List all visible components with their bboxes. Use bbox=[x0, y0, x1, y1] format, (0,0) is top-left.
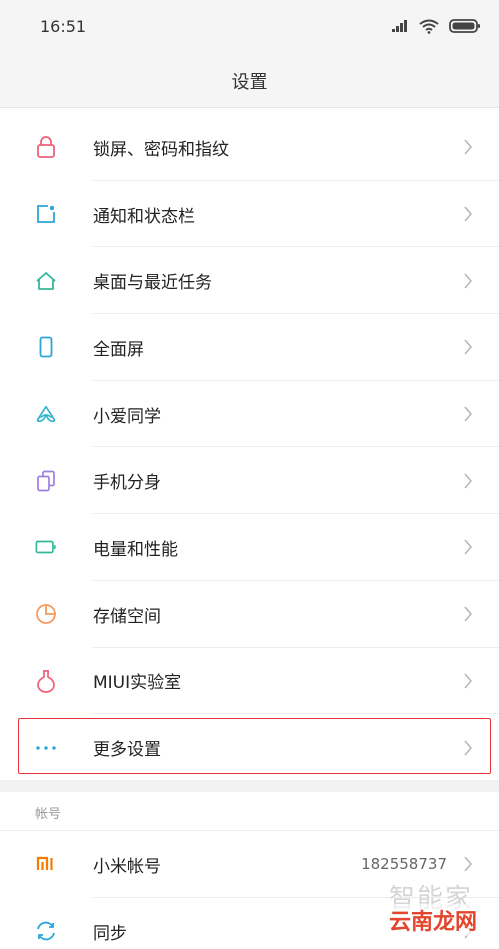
settings-item-lock-screen[interactable]: 锁屏、密码和指纹 bbox=[0, 114, 499, 181]
status-bar: 16:51 bbox=[0, 0, 499, 54]
settings-item-label: 同步 bbox=[93, 923, 127, 944]
signal-icon bbox=[392, 20, 407, 32]
settings-item-label: 通知和状态栏 bbox=[93, 206, 195, 227]
mi-logo-icon bbox=[35, 853, 57, 875]
chevron-right-icon bbox=[464, 740, 472, 756]
settings-item-label: 小米帐号 bbox=[93, 856, 161, 877]
settings-item-miui-lab[interactable]: MIUI实验室 bbox=[0, 648, 499, 715]
settings-item-label: 更多设置 bbox=[93, 740, 161, 761]
chevron-right-icon bbox=[464, 673, 472, 689]
chevron-right-icon bbox=[464, 539, 472, 555]
section-gap bbox=[0, 780, 499, 792]
battery-icon bbox=[35, 536, 57, 558]
settings-item-battery[interactable]: 电量和性能 bbox=[0, 514, 499, 581]
chevron-right-icon bbox=[464, 206, 472, 222]
settings-item-more-settings[interactable]: 更多设置 bbox=[0, 714, 499, 781]
phone-icon bbox=[35, 336, 57, 358]
watermark-text-bottom: 云南龙网 bbox=[388, 904, 477, 936]
chevron-right-icon bbox=[464, 406, 472, 422]
title-bar: 设置 bbox=[0, 54, 499, 108]
chevron-right-icon bbox=[464, 606, 472, 622]
settings-item-label: 桌面与最近任务 bbox=[93, 273, 212, 294]
page-title: 设置 bbox=[231, 72, 268, 93]
settings-item-second-space[interactable]: 手机分身 bbox=[0, 447, 499, 515]
settings-item-home-screen[interactable]: 桌面与最近任务 bbox=[0, 247, 499, 315]
settings-item-label: MIUI实验室 bbox=[93, 673, 182, 694]
status-time: 16:51 bbox=[40, 17, 87, 36]
section-header-label: 帐号 bbox=[35, 807, 62, 822]
flask-icon bbox=[35, 669, 57, 693]
settings-item-label: 全面屏 bbox=[93, 339, 144, 360]
xiaoai-icon bbox=[35, 403, 57, 425]
section-header-account: 帐号 bbox=[0, 792, 499, 830]
settings-item-xiaoai[interactable]: 小爱同学 bbox=[0, 381, 499, 448]
home-icon bbox=[35, 270, 57, 292]
settings-item-label: 电量和性能 bbox=[93, 539, 178, 560]
settings-item-full-screen[interactable]: 全面屏 bbox=[0, 314, 499, 381]
chevron-right-icon bbox=[464, 273, 472, 289]
watermark: 智能家 云南龙网 bbox=[351, 878, 481, 938]
pie-chart-icon bbox=[35, 603, 57, 625]
more-dots-icon bbox=[35, 737, 57, 759]
dual-phone-icon bbox=[35, 470, 57, 492]
chevron-right-icon bbox=[464, 339, 472, 355]
settings-item-label: 手机分身 bbox=[93, 473, 161, 494]
sync-icon bbox=[35, 920, 57, 942]
settings-item-label: 锁屏、密码和指纹 bbox=[93, 139, 229, 160]
account-id-value: 182558737 bbox=[361, 855, 447, 874]
chevron-right-icon bbox=[464, 473, 472, 489]
settings-item-storage[interactable]: 存储空间 bbox=[0, 581, 499, 648]
settings-item-label: 小爱同学 bbox=[93, 406, 161, 427]
notification-icon bbox=[35, 203, 57, 225]
settings-item-label: 存储空间 bbox=[93, 606, 161, 627]
battery-status-icon bbox=[449, 19, 480, 33]
lock-icon bbox=[35, 136, 57, 159]
chevron-right-icon bbox=[464, 856, 472, 872]
chevron-right-icon bbox=[464, 139, 472, 155]
settings-list: 锁屏、密码和指纹 通知和状态栏 桌面与最近任务 全面屏 小爱同学 手机分身 电量… bbox=[0, 114, 499, 781]
wifi-icon bbox=[419, 19, 439, 34]
settings-item-notifications[interactable]: 通知和状态栏 bbox=[0, 181, 499, 248]
status-icons bbox=[391, 18, 481, 34]
